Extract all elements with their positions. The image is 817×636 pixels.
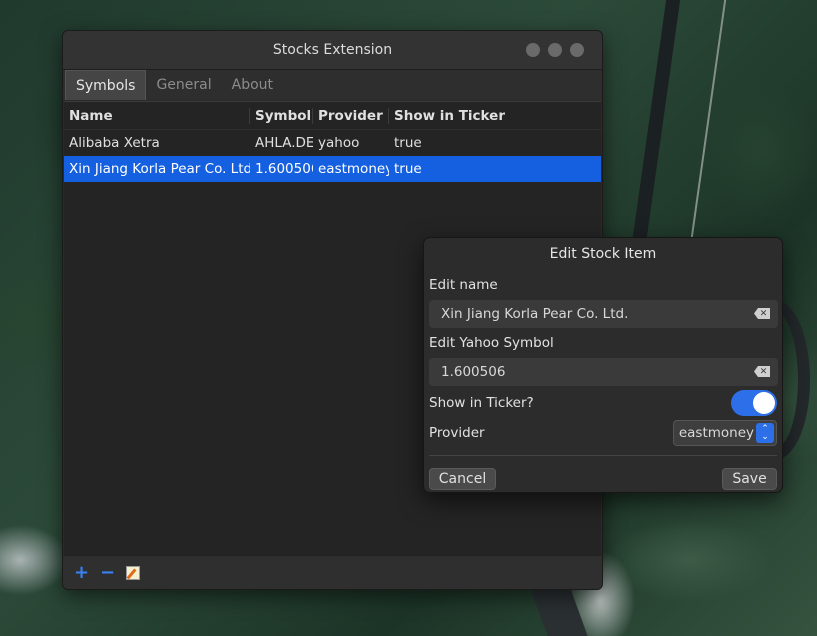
tab-symbols[interactable]: Symbols [65,70,147,100]
cell-provider: eastmoney [318,161,389,177]
tab-bar: Symbols General About [63,70,602,100]
wallpaper-road [632,0,728,240]
table-header: Name Symbol Provider Show in Ticker [64,102,601,130]
edit-stock-dialog: Edit Stock Item Edit name Xin Jiang Korl… [423,237,783,493]
wallpaper-road-end [529,585,591,636]
tab-about[interactable]: About [222,70,283,100]
save-button[interactable]: Save [722,468,777,490]
show-in-ticker-toggle[interactable] [731,390,777,416]
dialog-title: Edit Stock Item [549,246,657,262]
name-input[interactable]: Xin Jiang Korla Pear Co. Ltd. ✕ [429,300,778,328]
edit-symbol-icon[interactable] [126,565,140,580]
cell-symbol: 1.600506 [255,161,313,177]
cell-name: Alibaba Xetra [69,135,160,151]
column-header-provider[interactable]: Provider [313,107,389,124]
table-toolbar: + − [63,555,602,589]
cell-show-in-ticker: true [394,135,422,151]
window-controls [526,43,584,57]
column-header-symbol[interactable]: Symbol [250,107,313,124]
cancel-button[interactable]: Cancel [429,468,496,490]
provider-select[interactable]: eastmoney ⌃ ⌄ [673,420,777,446]
table-row[interactable]: Alibaba Xetra AHLA.DE yahoo true [64,130,601,156]
cell-provider: yahoo [318,135,360,151]
select-arrows-icon: ⌃ ⌄ [756,423,774,443]
edit-symbol-label: Edit Yahoo Symbol [429,335,554,351]
cell-symbol: AHLA.DE [255,135,313,151]
symbol-input-value: 1.600506 [441,364,506,380]
window-title: Stocks Extension [272,42,393,58]
name-input-value: Xin Jiang Korla Pear Co. Ltd. [441,306,629,322]
show-in-ticker-label: Show in Ticker? [429,395,534,411]
title-bar[interactable]: Stocks Extension [63,31,602,70]
cell-show-in-ticker: true [394,161,422,177]
table-row-selected[interactable]: Xin Jiang Korla Pear Co. Ltd. 1.600506 e… [64,156,601,182]
provider-select-value: eastmoney [678,425,754,441]
column-header-name[interactable]: Name [64,107,250,124]
cell-name: Xin Jiang Korla Pear Co. Ltd. [69,161,250,177]
clear-name-icon[interactable]: ✕ [754,308,770,319]
remove-symbol-button[interactable]: − [100,563,115,582]
close-button[interactable] [570,43,584,57]
maximize-button[interactable] [548,43,562,57]
toggle-knob [753,392,775,414]
symbol-input[interactable]: 1.600506 ✕ [429,358,778,386]
add-symbol-button[interactable]: + [74,563,89,582]
clear-symbol-icon[interactable]: ✕ [754,366,770,377]
tab-general[interactable]: General [146,70,221,100]
minimize-button[interactable] [526,43,540,57]
edit-name-label: Edit name [429,277,498,293]
column-header-show-in-ticker[interactable]: Show in Ticker [389,108,589,124]
dialog-separator [429,455,777,456]
provider-label: Provider [429,425,485,441]
